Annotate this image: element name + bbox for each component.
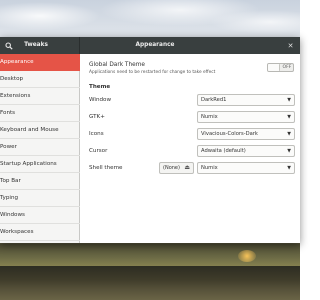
sidebar-item-extensions[interactable]: Extensions (0, 88, 80, 105)
global-dark-theme-label: Global Dark Theme (89, 62, 145, 68)
chevron-down-icon: ▼ (287, 98, 291, 103)
wallpaper-sun (238, 250, 256, 262)
sidebar-item-label: Power (0, 144, 17, 150)
icons-theme-select[interactable]: Vivacious-Colors-Dark ▼ (197, 128, 295, 140)
icons-theme-value: Vivacious-Colors-Dark (201, 131, 258, 137)
sidebar-item-desktop[interactable]: Desktop (0, 71, 80, 88)
sidebar-item-typing[interactable]: Typing (0, 190, 80, 207)
sidebar-item-appearance[interactable]: Appearance (0, 54, 80, 71)
gtk-theme-select[interactable]: Numix ▼ (197, 111, 295, 123)
sidebar-item-startup-applications[interactable]: Startup Applications (0, 156, 80, 173)
theme-heading: Theme (89, 84, 111, 90)
page-title: Appearance (135, 42, 175, 48)
sidebar-item-workspaces[interactable]: Workspaces (0, 224, 80, 241)
global-dark-theme-toggle[interactable]: OFF (267, 63, 294, 72)
sidebar-item-fonts[interactable]: Fonts (0, 105, 80, 122)
header-left-pane: Tweaks (0, 37, 80, 54)
chevron-down-icon: ▼ (287, 115, 291, 120)
sidebar-item-label: Fonts (0, 110, 16, 116)
sidebar: Appearance Desktop Extensions Fonts Keyb… (0, 54, 80, 243)
chevron-down-icon: ▼ (287, 149, 291, 154)
sidebar-item-label: Workspaces (0, 229, 34, 235)
shell-theme-none-label: (None) (163, 165, 180, 171)
cursor-theme-label: Cursor (89, 148, 108, 154)
appearance-panel: Global Dark Theme Applications need to b… (81, 54, 300, 243)
shell-theme-remove-button[interactable]: (None) ⏏ (159, 162, 194, 174)
gtk-theme-value: Numix (201, 114, 218, 120)
sidebar-item-label: Windows (0, 212, 25, 218)
sidebar-item-power[interactable]: Power (0, 139, 80, 156)
tweaks-window: Tweaks Appearance ✕ Appearance Desktop E… (0, 37, 300, 243)
shell-theme-label: Shell theme (89, 165, 123, 171)
icons-theme-label: Icons (89, 131, 104, 137)
sidebar-item-label: Extensions (0, 93, 31, 99)
toggle-knob (268, 64, 280, 71)
wallpaper-clouds (0, 0, 300, 40)
shell-theme-value: Numix (201, 165, 218, 171)
wallpaper-water (0, 266, 300, 300)
chevron-down-icon: ▼ (287, 166, 291, 171)
sidebar-item-windows[interactable]: Windows (0, 207, 80, 224)
global-dark-theme-note: Applications need to be restarted for ch… (89, 70, 216, 75)
close-icon[interactable]: ✕ (286, 41, 295, 50)
sidebar-item-keyboard-mouse[interactable]: Keyboard and Mouse (0, 122, 80, 139)
sidebar-item-label: Startup Applications (0, 161, 57, 167)
search-icon[interactable] (3, 40, 15, 51)
shell-theme-select[interactable]: Numix ▼ (197, 162, 295, 174)
sidebar-item-label: Keyboard and Mouse (0, 127, 59, 133)
sidebar-item-top-bar[interactable]: Top Bar (0, 173, 80, 190)
cursor-theme-value: Adwaita (default) (201, 148, 246, 154)
remove-icon: ⏏ (184, 164, 190, 171)
gtk-theme-label: GTK+ (89, 114, 105, 120)
window-theme-label: Window (89, 97, 112, 103)
window-theme-value: DarkRed1 (201, 97, 227, 103)
sidebar-item-label: Desktop (0, 76, 24, 82)
sidebar-item-label: Typing (0, 195, 19, 201)
toggle-state: OFF (282, 65, 292, 70)
sidebar-item-label: Appearance (0, 59, 34, 65)
sidebar-item-label: Top Bar (0, 178, 21, 184)
app-title: Tweaks (24, 42, 48, 48)
header-bar: Tweaks Appearance ✕ (0, 37, 300, 54)
window-theme-select[interactable]: DarkRed1 ▼ (197, 94, 295, 106)
cursor-theme-select[interactable]: Adwaita (default) ▼ (197, 145, 295, 157)
chevron-down-icon: ▼ (287, 132, 291, 137)
